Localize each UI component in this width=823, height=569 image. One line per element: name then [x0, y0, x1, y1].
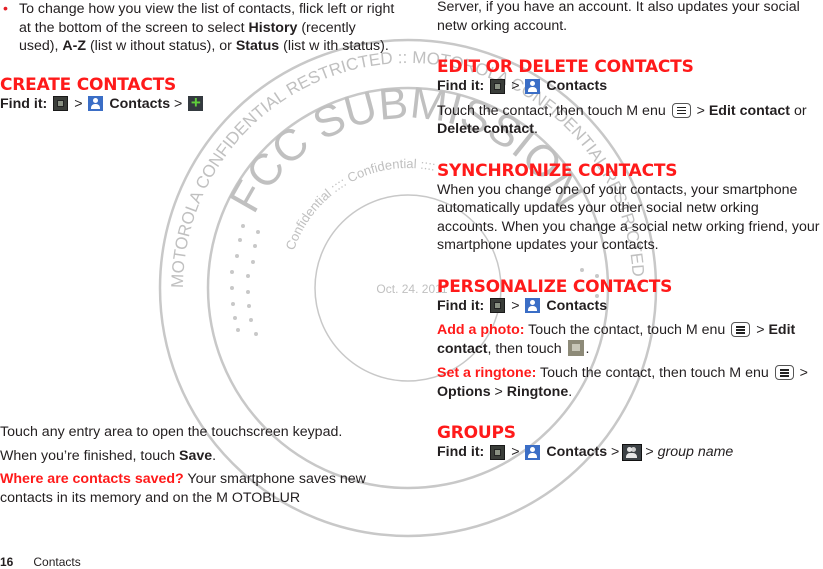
- save-label: Save: [179, 447, 213, 464]
- contacts-label: Contacts: [546, 297, 608, 314]
- contacts-label: Contacts: [109, 95, 171, 112]
- home-icon: [490, 444, 506, 460]
- when-finished-pre: When you’re finished, touch: [0, 447, 180, 464]
- separator: >: [645, 444, 654, 460]
- options-label: Options: [437, 383, 491, 400]
- period: .: [585, 340, 590, 357]
- separator: >: [795, 365, 808, 381]
- contacts-app-icon: [525, 298, 541, 314]
- create-contacts-heading: CREATE CONTACTS: [0, 74, 177, 95]
- left-column: • To change how you view the list of con…: [0, 0, 395, 507]
- findit-label: Find it:: [0, 95, 48, 112]
- ringtone-pre: Touch the contact, then touch M enu: [536, 365, 773, 381]
- contacts-app-icon: [88, 96, 104, 112]
- edit-instructions: Touch the contact, then touch M enu > Ed…: [437, 102, 823, 139]
- findit-label: Find it:: [437, 78, 485, 94]
- add-photo-text: Add a photo: Touch the contact, touch M …: [437, 321, 823, 358]
- bullet-text-segment: A-Z: [62, 38, 87, 54]
- edit-contact-label: Edit contact: [708, 102, 791, 119]
- groups-findit: Find it: > Contacts > > group name: [437, 443, 823, 462]
- bullet-text-segment: (list w ith status).: [279, 38, 389, 54]
- contacts-label: Contacts: [546, 78, 608, 94]
- menu-icon: [671, 102, 691, 118]
- edit-findit: Find it: > Contacts: [437, 77, 823, 96]
- separator: >: [611, 444, 620, 460]
- separator: >: [511, 297, 520, 314]
- personalize-heading: PERSONALIZE CONTACTS: [437, 276, 673, 297]
- separator: >: [692, 102, 709, 119]
- add-photo-post: , then touch: [487, 340, 566, 357]
- where-saved-question: Where are contacts saved?: [0, 471, 184, 487]
- ringtone-option-label: Ringtone: [506, 383, 569, 400]
- page-footer: 16 Contacts: [0, 555, 81, 569]
- bullet-marker: •: [3, 1, 8, 17]
- groups-icon: [622, 443, 643, 461]
- ringtone-text: Set a ringtone: Touch the contact, then …: [437, 364, 823, 401]
- contacts-app-icon: [525, 444, 541, 460]
- separator: >: [490, 383, 507, 400]
- view-tip-text: To change how you view the list of conta…: [19, 1, 394, 54]
- ringtone-label: Set a ringtone:: [437, 365, 537, 381]
- home-icon: [490, 78, 506, 94]
- bullet-text-segment: Status: [235, 38, 280, 54]
- edit-delete-heading: EDIT OR DELETE CONTACTS: [437, 57, 694, 77]
- contacts-app-icon: [525, 78, 541, 94]
- separator: >: [511, 78, 520, 94]
- section-name: Contacts: [33, 555, 81, 569]
- delete-contact-label: Delete contact: [437, 121, 534, 137]
- home-icon: [53, 96, 69, 112]
- photo-icon: [567, 339, 584, 356]
- edit-text-pre: Touch the contact, then touch M enu: [437, 102, 670, 119]
- findit-label: Find it:: [437, 297, 485, 314]
- where-saved-text: Where are contacts saved? Your smartphon…: [0, 470, 395, 507]
- touch-entry-text: Touch any entry area to open the touchsc…: [0, 424, 343, 440]
- groups-heading: GROUPS: [437, 423, 516, 443]
- home-icon: [490, 298, 506, 314]
- bullet-text-segment: (list w ithout status), or: [86, 38, 236, 54]
- add-photo-pre: Touch the contact, touch M enu: [524, 322, 730, 338]
- bullet-text-segment: History: [248, 19, 298, 36]
- create-findit: Find it: > Contacts > +: [0, 94, 395, 114]
- personalize-findit: Find it: > Contacts: [437, 297, 823, 316]
- group-name-text: group name: [657, 444, 734, 460]
- separator: >: [74, 95, 83, 112]
- separator: >: [752, 322, 769, 338]
- menu-icon: [774, 365, 794, 380]
- period: .: [533, 121, 538, 137]
- sync-text: When you change one of your contacts, yo…: [437, 181, 820, 254]
- continued-text: Server, if you have an account. It also …: [437, 0, 800, 34]
- right-column: Server, if you have an account. It also …: [437, 0, 823, 462]
- view-tip-bullet: • To change how you view the list of con…: [0, 0, 395, 56]
- when-finished-post: .: [212, 447, 217, 464]
- menu-icon: [731, 322, 751, 337]
- or-text: or: [790, 102, 807, 119]
- page-number: 16: [0, 555, 14, 569]
- add-photo-label: Add a photo:: [437, 322, 525, 338]
- contacts-label: Contacts: [546, 444, 608, 460]
- period: .: [568, 383, 573, 400]
- separator: >: [511, 444, 520, 460]
- separator: >: [174, 95, 183, 112]
- findit-label: Find it:: [437, 444, 485, 460]
- add-contact-icon: +: [188, 94, 204, 112]
- synchronize-heading: SYNCHRONIZE CONTACTS: [437, 160, 678, 181]
- when-finished-text: When you’re finished, touch Save.: [0, 447, 395, 466]
